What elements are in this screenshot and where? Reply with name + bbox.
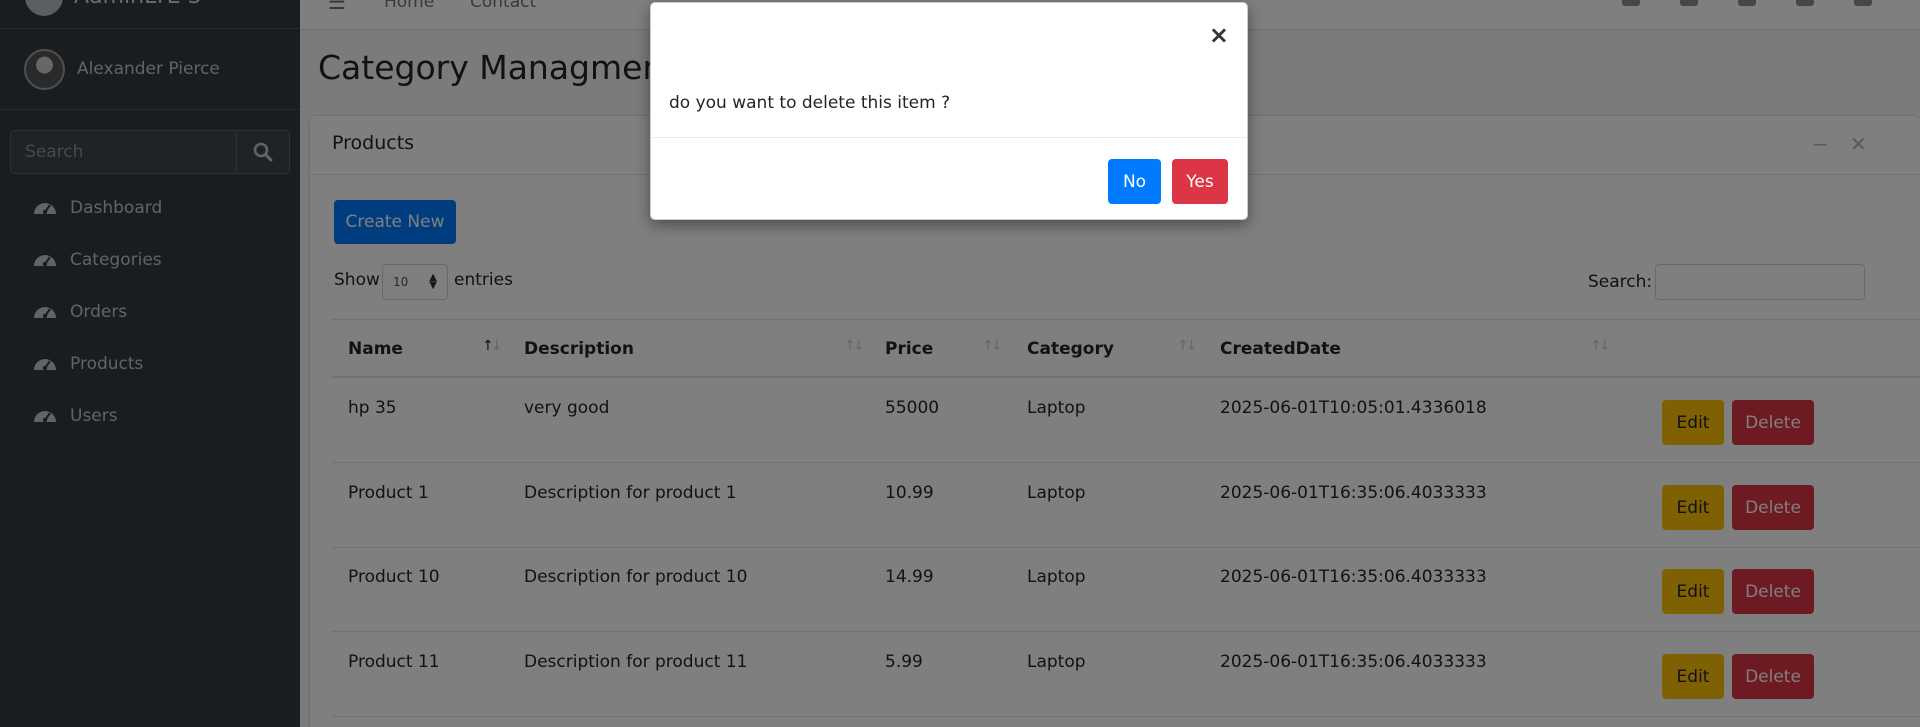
yes-button[interactable]: Yes — [1172, 159, 1228, 204]
modal-message: do you want to delete this item ? — [669, 93, 951, 113]
modal-footer: No Yes — [651, 137, 1247, 219]
modal-close-button[interactable]: × — [1209, 21, 1229, 49]
confirm-delete-modal: × do you want to delete this item ? No Y… — [650, 2, 1248, 220]
no-button[interactable]: No — [1108, 159, 1161, 204]
